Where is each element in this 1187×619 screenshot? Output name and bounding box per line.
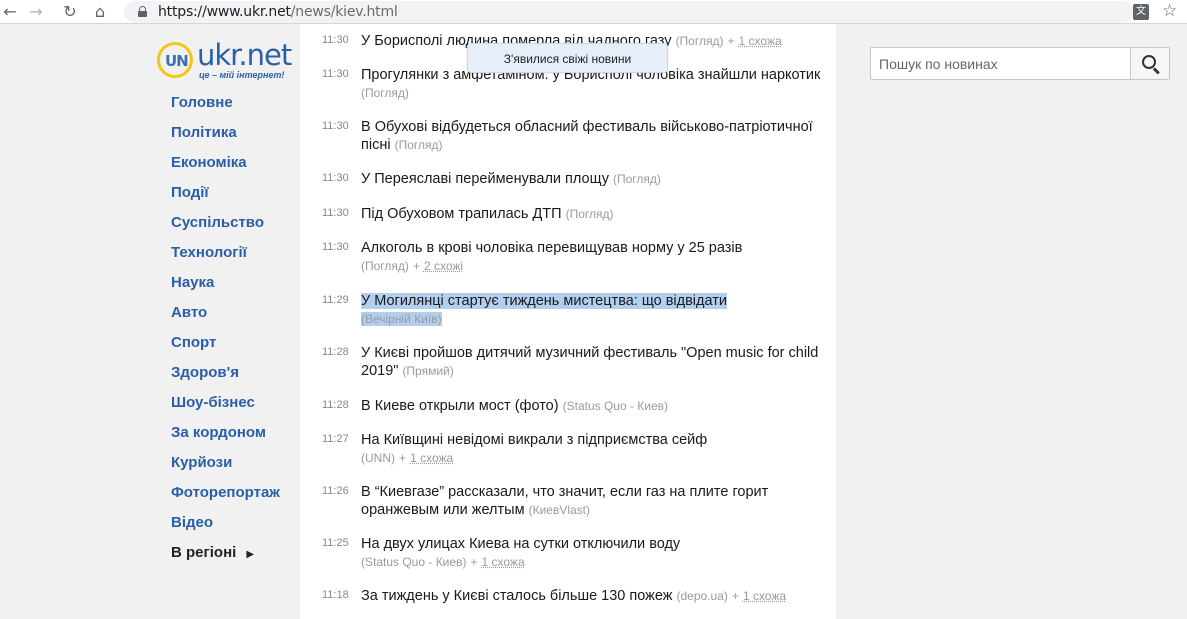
- similar-link[interactable]: 1 схожа: [482, 555, 525, 569]
- url-text[interactable]: https://www.ukr.net/news/kiev.html: [158, 4, 398, 20]
- reload-icon[interactable]: ↻: [60, 2, 80, 22]
- news-source[interactable]: (Status Quo - Киев): [563, 399, 668, 413]
- menu-item-video[interactable]: Відео: [171, 508, 280, 538]
- news-title-link[interactable]: Під Обуховом трапилась ДТП: [361, 206, 562, 222]
- menu-item-photo-report[interactable]: Фоторепортаж: [171, 478, 280, 508]
- fresh-news-button[interactable]: З'явилися свіжі новини: [467, 43, 668, 73]
- news-title-link[interactable]: В Киеве открыли мост (фото): [361, 398, 559, 414]
- news-source[interactable]: (Погляд): [676, 34, 724, 48]
- category-menu: Головне Політика Економіка Події Суспіль…: [171, 88, 280, 568]
- bookmark-star-icon[interactable]: ☆: [1162, 1, 1177, 21]
- news-title-link[interactable]: У Могилянці стартує тиждень мистецтва: щ…: [361, 293, 727, 309]
- region-label: В регіоні: [171, 544, 237, 561]
- menu-item-region[interactable]: В регіоні ▶: [171, 538, 280, 568]
- news-source[interactable]: (Погляд): [395, 138, 443, 152]
- similar-plus: +: [731, 589, 739, 603]
- similar-plus: +: [412, 259, 420, 273]
- news-time: 11:27: [322, 433, 349, 445]
- news-title-link[interactable]: У Переяславі перейменували площу: [361, 171, 609, 187]
- similar-plus: +: [470, 555, 478, 569]
- menu-item-economy[interactable]: Економіка: [171, 148, 280, 178]
- similar-plus: +: [399, 451, 407, 465]
- menu-item-science[interactable]: Наука: [171, 268, 280, 298]
- logo-mark-icon: UN: [157, 42, 193, 78]
- similar-link[interactable]: 1 схожа: [739, 34, 782, 48]
- news-time: 11:30: [322, 241, 349, 253]
- news-time: 11:26: [322, 485, 349, 497]
- lock-icon: [138, 6, 147, 17]
- news-title-link[interactable]: На Київщині невідомі викрали з підприємс…: [361, 432, 707, 448]
- menu-item-auto[interactable]: Авто: [171, 298, 280, 328]
- menu-item-abroad[interactable]: За кордоном: [171, 418, 280, 448]
- browser-toolbar: ← → ↻ ⌂ https://www.ukr.net/news/kiev.ht…: [0, 0, 1187, 24]
- news-source[interactable]: (Вечірній Київ): [361, 312, 442, 326]
- news-source[interactable]: (Погляд): [566, 207, 614, 221]
- menu-item-events[interactable]: Події: [171, 178, 280, 208]
- address-bar[interactable]: https://www.ukr.net/news/kiev.html: [124, 1, 1134, 23]
- triangle-right-icon: ▶: [246, 549, 255, 560]
- news-source[interactable]: (Status Quo - Киев): [361, 555, 466, 569]
- news-search-box: [870, 47, 1170, 80]
- news-time: 11:28: [322, 346, 349, 358]
- url-host: https://www.ukr.net: [158, 4, 291, 20]
- menu-item-technology[interactable]: Технології: [171, 238, 280, 268]
- menu-item-society[interactable]: Суспільство: [171, 208, 280, 238]
- news-source[interactable]: (Погляд): [361, 86, 409, 100]
- url-path: /news/kiev.html: [290, 4, 398, 20]
- search-button[interactable]: [1130, 48, 1169, 79]
- translate-icon[interactable]: 文: [1133, 4, 1149, 20]
- similar-plus: +: [727, 34, 735, 48]
- menu-item-main[interactable]: Головне: [171, 88, 280, 118]
- news-source[interactable]: (Прямий): [402, 364, 453, 378]
- news-source[interactable]: (Погляд): [361, 259, 409, 273]
- news-time: 11:29: [322, 294, 349, 306]
- news-source[interactable]: (UNN): [361, 451, 395, 465]
- news-source[interactable]: (depo.ua): [676, 589, 727, 603]
- news-time: 11:28: [322, 399, 349, 411]
- logo-tagline: це – мій інтернет!: [199, 70, 285, 80]
- menu-item-politics[interactable]: Політика: [171, 118, 280, 148]
- news-list: 11:30 У Борисполі людина померла від чад…: [300, 24, 836, 619]
- news-source[interactable]: (Погляд): [613, 172, 661, 186]
- news-time: 11:30: [322, 207, 349, 219]
- news-time: 11:18: [322, 589, 349, 601]
- menu-item-curiosities[interactable]: Курйози: [171, 448, 280, 478]
- menu-item-health[interactable]: Здоров'я: [171, 358, 280, 388]
- news-time: 11:30: [322, 68, 349, 80]
- similar-link[interactable]: 1 схожа: [743, 589, 786, 603]
- logo-name: ukr.net: [197, 38, 292, 72]
- news-title-link[interactable]: За тиждень у Києві сталось більше 130 по…: [361, 588, 672, 604]
- home-icon[interactable]: ⌂: [90, 2, 110, 22]
- back-arrow-icon[interactable]: ←: [0, 2, 20, 22]
- news-time: 11:25: [322, 537, 349, 549]
- forward-arrow-icon[interactable]: →: [26, 2, 46, 22]
- similar-link[interactable]: 2 схожі: [424, 259, 463, 273]
- search-input[interactable]: [871, 48, 1131, 79]
- menu-item-showbiz[interactable]: Шоу-бізнес: [171, 388, 280, 418]
- similar-link[interactable]: 1 схожа: [410, 451, 453, 465]
- ukrnet-logo[interactable]: UN ukr.net це – мій інтернет!: [157, 38, 292, 84]
- news-source[interactable]: (КиевVlast): [529, 503, 590, 517]
- news-title-link[interactable]: Алкоголь в крові чоловіка перевищував но…: [361, 240, 742, 256]
- news-title-link[interactable]: На двух улицах Киева на сутки отключили …: [361, 536, 680, 552]
- news-time: 11:30: [322, 34, 349, 46]
- menu-item-sport[interactable]: Спорт: [171, 328, 280, 358]
- news-time: 11:30: [322, 120, 349, 132]
- news-time: 11:30: [322, 172, 349, 184]
